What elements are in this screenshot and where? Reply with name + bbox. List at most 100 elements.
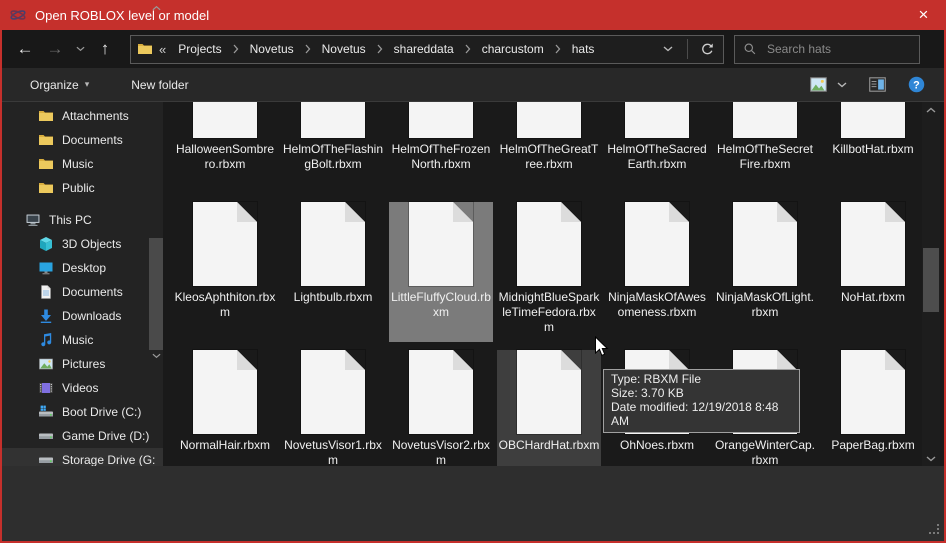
file-name-label: KleosAphthiton.rbxm: [174, 290, 276, 320]
views-chevron-icon[interactable]: [832, 78, 852, 92]
resize-grip[interactable]: [929, 524, 940, 538]
help-button[interactable]: ?: [903, 72, 930, 97]
file-item-helmofthesacredearth-rbxm[interactable]: HelmOfTheSacredEarth.rbxm: [605, 102, 709, 194]
sidebar-item-storage-drive-g[interactable]: Storage Drive (G:: [2, 448, 163, 466]
pictures-icon: [38, 356, 54, 372]
file-icon: [517, 102, 581, 138]
file-item-normalhair-rbxm[interactable]: NormalHair.rbxm: [173, 350, 277, 466]
breadcrumb: Projects Novetus Novetus shareddata charcust…: [172, 39, 656, 59]
file-item-nohat-rbxm[interactable]: NoHat.rbxm: [821, 202, 920, 342]
sidebar-scrollbar[interactable]: [149, 2, 163, 362]
sidebar-item-documents[interactable]: Documents: [2, 280, 163, 304]
sidebar-item-game-drive-d[interactable]: Game Drive (D:): [2, 424, 163, 448]
breadcrumb-chevron-icon[interactable]: [552, 44, 564, 54]
file-name-label: OhNoes.rbxm: [606, 438, 708, 453]
file-item-helmoftheflashingbolt-rbxm[interactable]: HelmOfTheFlashingBolt.rbxm: [281, 102, 385, 194]
breadcrumb-item-hats[interactable]: hats: [566, 39, 601, 59]
breadcrumb-item-shareddata[interactable]: shareddata: [388, 39, 460, 59]
file-icon: [733, 202, 797, 286]
organize-menu[interactable]: Organize ▾: [22, 73, 97, 97]
navigation-bar: ← → ↑ « ProjectsNovetusNovetusshareddata…: [2, 30, 944, 68]
file-item-ninjamaskofawesomeness-rbxm[interactable]: NinjaMaskOfAwesomeness.rbxm: [605, 202, 709, 342]
breadcrumb-item-novetus[interactable]: Novetus: [244, 39, 300, 59]
sidebar-item-public[interactable]: Public: [2, 176, 163, 200]
recent-locations-chevron-icon[interactable]: [72, 36, 88, 62]
file-name-label: NinjaMaskOfLight.rbxm: [714, 290, 816, 320]
file-name-label: NormalHair.rbxm: [174, 438, 276, 453]
refresh-icon[interactable]: [695, 37, 719, 61]
file-item-helmofthegreattree-rbxm[interactable]: HelmOfTheGreatTree.rbxm: [497, 102, 601, 194]
app-logo-icon: [9, 6, 27, 24]
file-item-littlefluffycloud-rbxm[interactable]: LittleFluffyCloud.rbxm: [389, 202, 493, 342]
search-input[interactable]: [765, 41, 911, 57]
sidebar-scroll-down-icon[interactable]: [149, 350, 163, 362]
file-item-ninjamaskoflight-rbxm[interactable]: NinjaMaskOfLight.rbxm: [713, 202, 817, 342]
sidebar-scroll-up-icon[interactable]: [149, 2, 163, 14]
file-item-lightbulb-rbxm[interactable]: Lightbulb.rbxm: [281, 202, 385, 342]
breadcrumb-item-novetus[interactable]: Novetus: [316, 39, 372, 59]
sidebar-item-documents[interactable]: Documents: [2, 128, 163, 152]
file-list: HalloweenSombrero.rbxmHelmOfTheFlashingB…: [163, 102, 920, 466]
scroll-down-icon[interactable]: [922, 451, 940, 466]
file-name-label: PaperBag.rbxm: [822, 438, 920, 453]
file-item-killbothat-rbxm[interactable]: KillbotHat.rbxm: [821, 102, 920, 194]
open-file-dialog: Open ROBLOX level or model × ← → ↑ « Pro…: [0, 0, 946, 543]
sidebar-item-3d-objects[interactable]: 3D Objects: [2, 232, 163, 256]
sidebar-item-label: Documents: [62, 285, 123, 299]
close-button[interactable]: ×: [901, 0, 946, 30]
up-button[interactable]: ↑: [92, 36, 118, 62]
sidebar-item-label: Documents: [62, 133, 123, 147]
file-item-novetusvisor2-rbxm[interactable]: NovetusVisor2.rbxm: [389, 350, 493, 466]
back-button[interactable]: ←: [12, 36, 38, 62]
file-item-helmofthesecretfire-rbxm[interactable]: HelmOfTheSecretFire.rbxm: [713, 102, 817, 194]
scroll-up-icon[interactable]: [922, 102, 940, 117]
music-icon: [38, 332, 54, 348]
downloads-icon: [38, 308, 54, 324]
sidebar-item-music[interactable]: Music: [2, 152, 163, 176]
sidebar-scrollbar-thumb[interactable]: [149, 238, 163, 350]
views-button[interactable]: [805, 73, 832, 96]
scrollbar-thumb[interactable]: [923, 248, 939, 312]
breadcrumb-item-projects[interactable]: Projects: [172, 39, 227, 59]
file-item-kleosaphthiton-rbxm[interactable]: KleosAphthiton.rbxm: [173, 202, 277, 342]
breadcrumb-chevron-icon[interactable]: [374, 44, 386, 54]
file-name-label: HelmOfTheSecretFire.rbxm: [714, 142, 816, 172]
sidebar-item-music[interactable]: Music: [2, 328, 163, 352]
sidebar-item-videos[interactable]: Videos: [2, 376, 163, 400]
organize-label: Organize: [30, 78, 79, 92]
address-bar[interactable]: « ProjectsNovetusNovetusshareddatacharcu…: [130, 35, 724, 64]
sidebar-item-this-pc[interactable]: This PC: [2, 208, 163, 232]
sidebar-item-downloads[interactable]: Downloads: [2, 304, 163, 328]
breadcrumb-item-charcustom[interactable]: charcustom: [476, 39, 550, 59]
file-item-helmofthefrozennorth-rbxm[interactable]: HelmOfTheFrozenNorth.rbxm: [389, 102, 493, 194]
file-list-scrollbar[interactable]: [922, 102, 940, 466]
address-dropdown-chevron-icon[interactable]: [656, 37, 680, 61]
document-icon: [38, 284, 54, 300]
folder-icon: [38, 108, 54, 124]
footer: File name: ROBLOX Model (*.rbxm) Open Ca…: [2, 466, 944, 541]
preview-pane-button[interactable]: [864, 73, 891, 96]
sidebar-item-label: Desktop: [62, 261, 106, 275]
sidebar-item-label: Storage Drive (G:: [62, 453, 155, 466]
file-icon: [841, 202, 905, 286]
file-icon: [517, 202, 581, 286]
sidebar-item-boot-drive-c[interactable]: Boot Drive (C:): [2, 400, 163, 424]
breadcrumb-chevron-icon[interactable]: [302, 44, 314, 54]
file-icon: [733, 102, 797, 138]
sidebar-item-attachments[interactable]: Attachments: [2, 104, 163, 128]
file-icon: [301, 350, 365, 434]
file-icon: [301, 102, 365, 138]
folder-icon: [38, 156, 54, 172]
file-name-label: OrangeWinterCap.rbxm: [714, 438, 816, 466]
sidebar-item-desktop[interactable]: Desktop: [2, 256, 163, 280]
file-item-obchardhat-rbxm[interactable]: OBCHardHat.rbxm: [497, 350, 601, 466]
file-item-paperbag-rbxm[interactable]: PaperBag.rbxm: [821, 350, 920, 466]
file-item-midnightbluesparkletimefedora-rbxm[interactable]: MidnightBlueSparkleTimeFedora.rbxm: [497, 202, 601, 342]
folder-icon: [38, 180, 54, 196]
file-item-halloweensombrero-rbxm[interactable]: HalloweenSombrero.rbxm: [173, 102, 277, 194]
sidebar-item-pictures[interactable]: Pictures: [2, 352, 163, 376]
file-item-novetusvisor1-rbxm[interactable]: NovetusVisor1.rbxm: [281, 350, 385, 466]
breadcrumb-chevron-icon[interactable]: [230, 44, 242, 54]
breadcrumb-chevron-icon[interactable]: [462, 44, 474, 54]
search-box[interactable]: [734, 35, 920, 64]
